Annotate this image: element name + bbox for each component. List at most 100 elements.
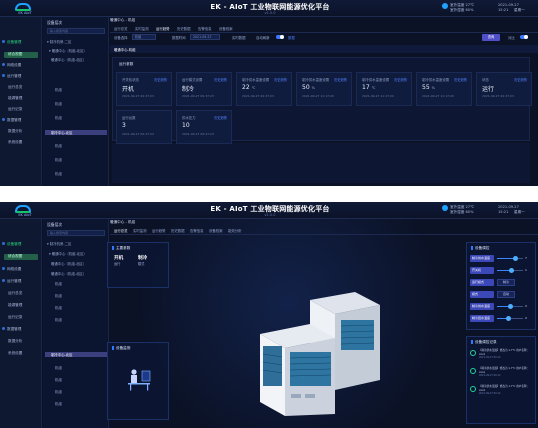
sidebar-item-settings[interactable]: 系统设置 [8,140,22,146]
tab-overview[interactable]: 运行总览 [114,228,128,234]
slider-knob[interactable] [507,304,513,309]
tab-history[interactable]: 历史数据 [171,228,185,234]
control-slider[interactable] [497,256,523,261]
slider-knob[interactable] [512,256,518,261]
date-picker[interactable]: 2021-09-27 [190,34,220,40]
history-trend-link[interactable]: 历史趋势 [154,77,167,82]
control-select[interactable]: 制冷 [497,279,515,286]
tree-item[interactable]: ▾ 制冷机房-二区 [47,241,71,246]
tree-header: 设备层次 [47,20,63,25]
status-key: 运行 [114,262,121,266]
control-select[interactable]: 自动 [497,291,515,298]
compare-toggle[interactable] [520,35,528,39]
tab-overview[interactable]: 运行总览 [114,26,128,32]
history-trend-link[interactable]: 历史趋势 [214,115,227,120]
tree-item[interactable]: 机组 [55,377,62,382]
compare-label: 对比 [508,36,515,40]
tree-item[interactable]: 机组 [55,157,62,162]
sidebar-item-label: 运行总览 [8,85,23,89]
tree-search-input[interactable]: 输入搜索内容 [47,230,105,236]
tree-item[interactable]: ▾ 制冷机房-二区 [47,39,71,44]
sidebar-item-label: 综合视图 [8,52,23,56]
sidebar: 设备管理 综合视图 网络设置 运行管理 运行总览 能源管理 运行记录 数据管理 … [0,17,42,186]
tab-trend[interactable]: 运行趋势 [156,26,170,32]
sidebar-item-overview[interactable]: 综合视图 [4,52,38,58]
sidebar-item-network[interactable]: 网络设置 [2,267,21,273]
sidebar-item-analysis[interactable]: 数据分析 [8,129,22,135]
sidebar-item-data[interactable]: 数据管理 [2,327,21,333]
tree-item[interactable]: ▾ 暖通中心（机组-北区） [49,251,87,256]
log-panel-title: 设备调控记录 [471,340,497,345]
app-subtitle: v1.0.0 [264,213,276,217]
tree-item[interactable]: 机组 [55,401,62,406]
tab-realtime[interactable]: 实时监测 [135,26,149,32]
tree-item[interactable]: 机组 [55,305,62,310]
sidebar-item-label: 运行记录 [8,107,23,111]
history-trend-link[interactable]: 历史趋势 [334,77,347,82]
tree-item[interactable]: 机组 [55,293,62,298]
tree-item[interactable]: 机组 [55,115,62,120]
sidebar-item-device[interactable]: 设备管理 [2,40,21,46]
tree-item[interactable]: 机组 [55,365,62,370]
control-value: 2 [525,304,527,308]
tab-realtime[interactable]: 实时监测 [133,228,147,234]
tab-history[interactable]: 历史数据 [177,26,191,32]
control-slider[interactable] [497,316,523,321]
tree-item[interactable]: 机组 [55,87,62,92]
sidebar-item-overview[interactable]: 综合视图 [4,254,38,260]
history-trend-link[interactable]: 历史趋势 [514,77,527,82]
tab-alarm[interactable]: 告警信息 [198,26,212,32]
sidebar-item-run[interactable]: 运行管理 [2,74,21,80]
tree-item[interactable]: 暖通中心（机组-北区） [51,57,86,62]
sidebar-item-energy[interactable]: 能源管理 [8,303,22,309]
tree-item-selected[interactable]: 制冷中心-北区 [45,130,107,135]
control-slider[interactable] [497,304,523,309]
tab-efficiency[interactable]: 能效分析 [228,228,242,234]
sidebar-item-records[interactable]: 运行记录 [8,107,22,113]
grid-icon [2,242,5,245]
tree-item[interactable]: 暖通中心（机组-北区） [51,261,86,266]
sidebar-item-records[interactable]: 运行记录 [8,315,22,321]
sidebar-item-label: 设备管理 [7,242,22,246]
param-value: 3 [122,122,126,129]
sidebar-item-data[interactable]: 数据管理 [2,118,21,124]
tab-alarm[interactable]: 告警信息 [190,228,204,234]
history-trend-link[interactable]: 历史趋势 [394,77,407,82]
status-key: 模式 [138,262,145,266]
control-slider[interactable] [497,268,523,273]
sidebar-item-run[interactable]: 运行管理 [2,279,21,285]
sidebar-item-settings[interactable]: 系统设置 [8,351,22,357]
tree-item[interactable]: 机组 [55,143,62,148]
tree-item[interactable]: 机组 [55,101,62,106]
slider-knob[interactable] [508,268,514,273]
tree-item[interactable]: 机组 [55,389,62,394]
tree-item[interactable]: 机组 [55,281,62,286]
tree-item[interactable]: 机组 [55,171,62,176]
tree-item[interactable]: ▾ 暖通中心（机组-北区） [49,48,87,53]
sidebar-item-analysis[interactable]: 数据分析 [8,339,22,345]
tree-item[interactable]: 暖通中心（机组-北区） [51,271,86,276]
sidebar-item-network[interactable]: 网络设置 [2,63,21,69]
device-label: 设备选择 [114,36,128,40]
auto-refresh-toggle[interactable] [276,35,284,39]
tree-item[interactable]: 机组 [55,317,62,322]
history-trend-link[interactable]: 历史趋势 [454,77,467,82]
sidebar-item-energy[interactable]: 能源管理 [8,96,22,102]
tree-search-input[interactable]: 输入搜索内容 [47,28,105,34]
tab-archive[interactable]: 设备档案 [219,26,233,32]
sidebar-item-device[interactable]: 设备管理 [2,242,21,248]
sidebar-item-run-overview[interactable]: 运行总览 [8,291,22,297]
tree-item[interactable]: 机组 [55,185,62,186]
tree-item-selected[interactable]: 制冷中心-北区 [45,352,107,357]
history-trend-link[interactable]: 历史趋势 [214,77,227,82]
tab-archive[interactable]: 设备档案 [209,228,223,234]
history-trend-link[interactable]: 历史趋势 [274,77,287,82]
device-select[interactable]: 机组 [132,34,156,40]
query-button[interactable]: 查询 [482,34,500,41]
slider-knob[interactable] [506,316,512,321]
data-link[interactable]: 数据 [288,35,295,40]
sidebar-item-label: 综合视图 [8,254,23,258]
tab-trend[interactable]: 运行趋势 [152,228,166,234]
sidebar-item-label: 数据分析 [8,339,23,343]
sidebar-item-run-overview[interactable]: 运行总览 [8,85,22,91]
